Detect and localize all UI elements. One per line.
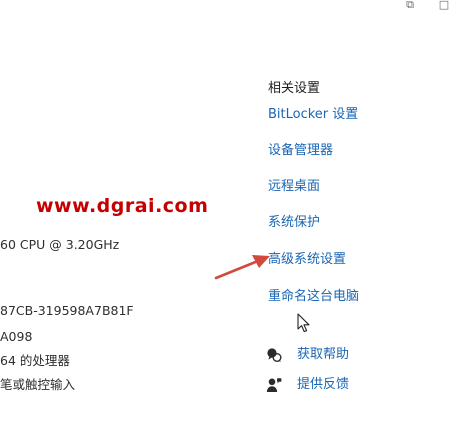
- restore-window-button[interactable]: ⧉: [403, 0, 417, 12]
- device-manager-link[interactable]: 设备管理器: [268, 142, 333, 160]
- give-feedback-label: 提供反馈: [297, 377, 350, 392]
- give-feedback-link[interactable]: 提供反馈: [266, 376, 349, 394]
- device-id-suffix: A098: [0, 329, 33, 344]
- red-pointer-arrow-icon: [214, 255, 270, 280]
- pen-touch-info: 笔或触控输入: [0, 377, 76, 392]
- system-protection-link[interactable]: 系统保护: [268, 214, 320, 232]
- related-settings-title: 相关设置: [268, 81, 321, 96]
- get-help-link[interactable]: 获取帮助: [266, 346, 349, 364]
- help-chat-icon: [266, 347, 282, 363]
- system-type: 64 的处理器: [0, 353, 70, 368]
- window-controls: ⧉ □: [377, 0, 457, 14]
- feedback-person-icon: [266, 377, 282, 393]
- product-id: 87CB-319598A7B81F: [0, 303, 134, 318]
- maximize-window-button[interactable]: □: [437, 0, 451, 12]
- mouse-cursor-icon: [297, 313, 310, 333]
- bitlocker-settings-link[interactable]: BitLocker 设置: [268, 106, 358, 124]
- remote-desktop-link[interactable]: 远程桌面: [268, 178, 320, 196]
- rename-this-pc-link[interactable]: 重命名这台电脑: [268, 288, 359, 306]
- get-help-label: 获取帮助: [297, 347, 350, 362]
- watermark-text: www.dgrai.com: [36, 195, 209, 217]
- advanced-system-settings-link[interactable]: 高级系统设置: [268, 251, 346, 269]
- processor-info: 60 CPU @ 3.20GHz: [0, 237, 120, 252]
